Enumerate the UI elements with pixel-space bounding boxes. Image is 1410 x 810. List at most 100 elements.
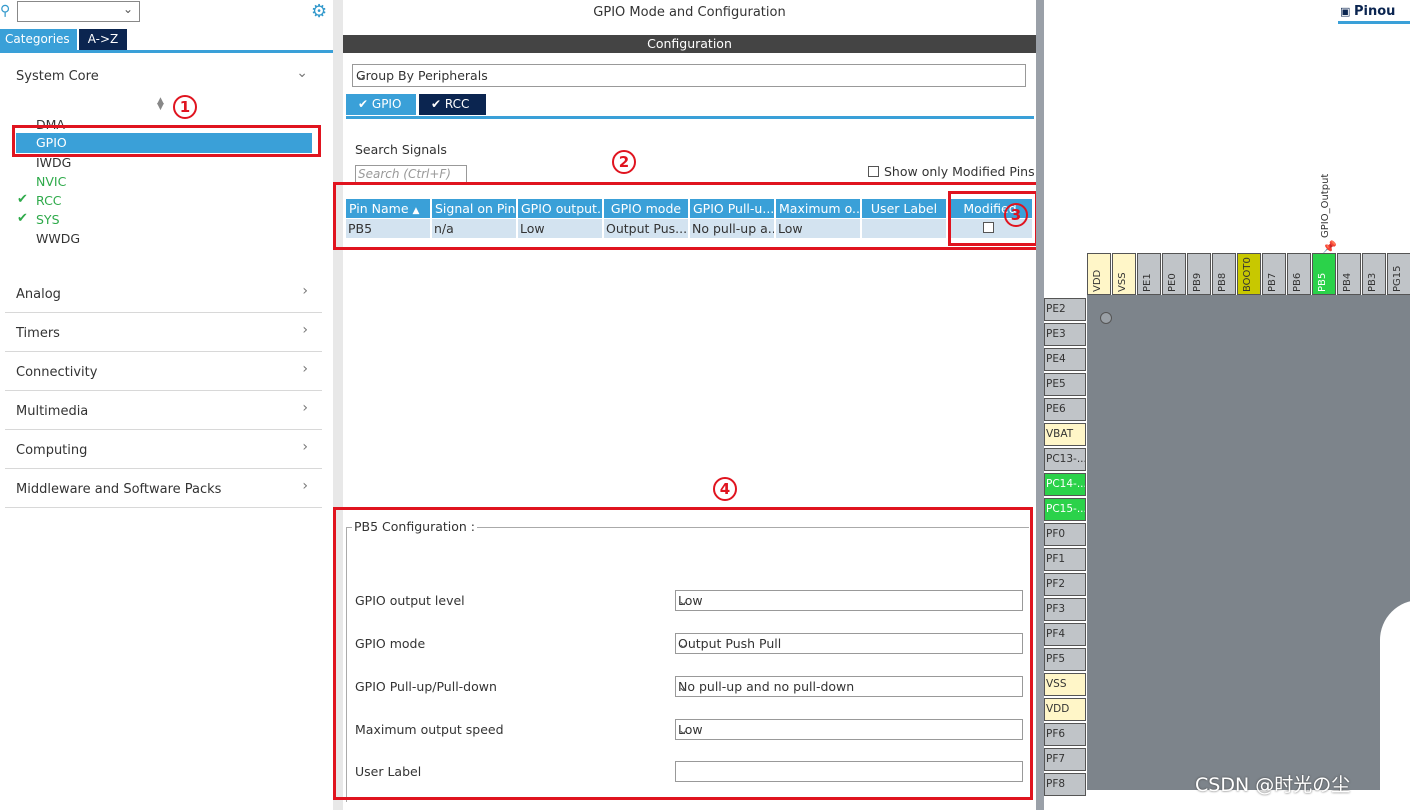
section-label: Timers bbox=[16, 326, 60, 341]
tab-a-to-z[interactable]: A->Z bbox=[79, 29, 127, 50]
pin-label: PE1 bbox=[1142, 273, 1153, 292]
watermark: CSDN @时光の尘 bbox=[1195, 774, 1351, 796]
chip-logo-shape bbox=[1380, 600, 1410, 800]
section-label: Connectivity bbox=[16, 365, 98, 380]
pin-left-pe3[interactable]: PE3 bbox=[1044, 323, 1086, 346]
pin-left-pf7[interactable]: PF7 bbox=[1044, 748, 1086, 771]
pin-top-pb7[interactable]: PB7 bbox=[1262, 253, 1286, 295]
peripheral-sys[interactable]: SYS bbox=[36, 212, 60, 227]
group-by-select[interactable]: Group By Peripherals ⌄ bbox=[352, 64, 1026, 87]
chevron-down-icon: ⌄ bbox=[356, 68, 367, 83]
pin-left-pf0[interactable]: PF0 bbox=[1044, 523, 1086, 546]
pin-left-pf1[interactable]: PF1 bbox=[1044, 548, 1086, 571]
tab-underline bbox=[346, 116, 1034, 119]
tab-categories[interactable]: Categories bbox=[0, 29, 77, 50]
section-label: Middleware and Software Packs bbox=[16, 482, 222, 497]
pin-left-pc13[interactable]: PC13-... bbox=[1044, 448, 1086, 471]
check-icon: ✔ bbox=[17, 192, 28, 207]
pin-top-pe0[interactable]: PE0 bbox=[1162, 253, 1186, 295]
chevron-right-icon: › bbox=[302, 322, 308, 338]
pin-top-pb3[interactable]: PB3 bbox=[1362, 253, 1386, 295]
pin-label: PB3 bbox=[1367, 272, 1378, 292]
pin-left-vdd[interactable]: VDD bbox=[1044, 698, 1086, 721]
pin-left-vss[interactable]: VSS bbox=[1044, 673, 1086, 696]
show-modified-checkbox[interactable]: Show only Modified Pins bbox=[868, 164, 1035, 179]
search-icon[interactable]: ⚲ bbox=[0, 3, 16, 19]
section-computing[interactable]: Computing › bbox=[5, 431, 322, 469]
tab-pinout[interactable]: ▣ Pinou bbox=[1338, 2, 1410, 24]
pin-top-pe1[interactable]: PE1 bbox=[1137, 253, 1161, 295]
chevron-right-icon: › bbox=[302, 478, 308, 494]
section-timers[interactable]: Timers › bbox=[5, 314, 322, 352]
pin-top-vss[interactable]: VSS bbox=[1112, 253, 1136, 295]
pin-top-pb5[interactable]: PB5 bbox=[1312, 253, 1336, 295]
pin-left-pf4[interactable]: PF4 bbox=[1044, 623, 1086, 646]
annotation-marker-1: 1 bbox=[173, 95, 197, 119]
section-label: System Core bbox=[16, 69, 99, 84]
pin-label: PB5 bbox=[1317, 272, 1328, 292]
annotation-box-4 bbox=[333, 507, 1033, 800]
pin-signal-label: GPIO_Output bbox=[1320, 173, 1331, 238]
tab-gpio[interactable]: ✔ GPIO bbox=[346, 94, 416, 115]
section-label: Analog bbox=[16, 287, 61, 302]
section-analog[interactable]: Analog › bbox=[5, 275, 322, 313]
panel-title: GPIO Mode and Configuration bbox=[593, 5, 786, 20]
peripheral-nvic[interactable]: NVIC bbox=[36, 174, 66, 189]
chevron-right-icon: › bbox=[302, 439, 308, 455]
tab-rcc[interactable]: ✔ RCC bbox=[419, 94, 486, 115]
pin-left-pc14[interactable]: PC14-... bbox=[1044, 473, 1086, 496]
check-icon: ✔ bbox=[17, 211, 28, 226]
pin-label: VDD bbox=[1092, 269, 1103, 292]
pin-left-pf8[interactable]: PF8 bbox=[1044, 773, 1086, 796]
gear-icon[interactable]: ⚙ bbox=[311, 1, 327, 22]
pin-left-pe2[interactable]: PE2 bbox=[1044, 298, 1086, 321]
peripheral-iwdg[interactable]: IWDG bbox=[36, 155, 71, 170]
pin-left-pf5[interactable]: PF5 bbox=[1044, 648, 1086, 671]
peripheral-wwdg[interactable]: WWDG bbox=[36, 231, 80, 246]
pin-top-pb8[interactable]: PB8 bbox=[1212, 253, 1236, 295]
pin-label: VSS bbox=[1117, 272, 1128, 292]
chevron-right-icon: › bbox=[302, 361, 308, 377]
panel-splitter[interactable] bbox=[1036, 0, 1044, 810]
pin-label: PB7 bbox=[1267, 272, 1278, 292]
tab-label: Pinou bbox=[1354, 4, 1396, 19]
search-signals-input[interactable]: Search (Ctrl+F) bbox=[355, 165, 467, 183]
section-connectivity[interactable]: Connectivity › bbox=[5, 353, 322, 391]
pin-label: PB4 bbox=[1342, 272, 1353, 292]
chevron-right-icon: › bbox=[302, 400, 308, 416]
pin-top-vdd[interactable]: VDD bbox=[1087, 253, 1111, 295]
pin-top-boot0[interactable]: BOOT0 bbox=[1237, 253, 1261, 295]
category-search-select[interactable]: ⌄ bbox=[17, 1, 140, 22]
pin1-marker bbox=[1100, 312, 1112, 324]
pin-top-pb9[interactable]: PB9 bbox=[1187, 253, 1211, 295]
pin-left-pc15[interactable]: PC15-... bbox=[1044, 498, 1086, 521]
annotation-marker-2: 2 bbox=[612, 150, 636, 174]
pin-top-pg15[interactable]: PG15 bbox=[1387, 253, 1410, 295]
section-middleware[interactable]: Middleware and Software Packs › bbox=[5, 470, 322, 508]
pin-top-pb6[interactable]: PB6 bbox=[1287, 253, 1311, 295]
checkbox[interactable] bbox=[868, 166, 879, 177]
section-label: Computing bbox=[16, 443, 88, 458]
annotation-marker-3: 3 bbox=[1004, 203, 1028, 227]
chevron-down-icon: ⌄ bbox=[122, 2, 133, 16]
sort-icon[interactable]: ▲ ▼ bbox=[157, 97, 164, 112]
chevron-right-icon: › bbox=[302, 283, 308, 299]
pin-left-pe4[interactable]: PE4 bbox=[1044, 348, 1086, 371]
pin-left-pf2[interactable]: PF2 bbox=[1044, 573, 1086, 596]
chip-icon: ▣ bbox=[1340, 5, 1351, 18]
pin-left-pe6[interactable]: PE6 bbox=[1044, 398, 1086, 421]
tab-label: GPIO bbox=[371, 97, 402, 111]
annotation-box-1 bbox=[12, 125, 321, 157]
pin-label: PE0 bbox=[1167, 273, 1178, 292]
annotation-marker-4: 4 bbox=[713, 477, 737, 501]
pin-top-pb4[interactable]: PB4 bbox=[1337, 253, 1361, 295]
pin-left-pf6[interactable]: PF6 bbox=[1044, 723, 1086, 746]
pin-left-pf3[interactable]: PF3 bbox=[1044, 598, 1086, 621]
mcu-chip-body bbox=[1087, 295, 1410, 790]
pin-left-vbat[interactable]: VBAT bbox=[1044, 423, 1086, 446]
chevron-down-icon: ⌄ bbox=[296, 65, 308, 81]
pin-left-pe5[interactable]: PE5 bbox=[1044, 373, 1086, 396]
section-system-core[interactable]: System Core ⌄ bbox=[5, 57, 322, 93]
peripheral-rcc[interactable]: RCC bbox=[36, 193, 62, 208]
section-multimedia[interactable]: Multimedia › bbox=[5, 392, 322, 430]
